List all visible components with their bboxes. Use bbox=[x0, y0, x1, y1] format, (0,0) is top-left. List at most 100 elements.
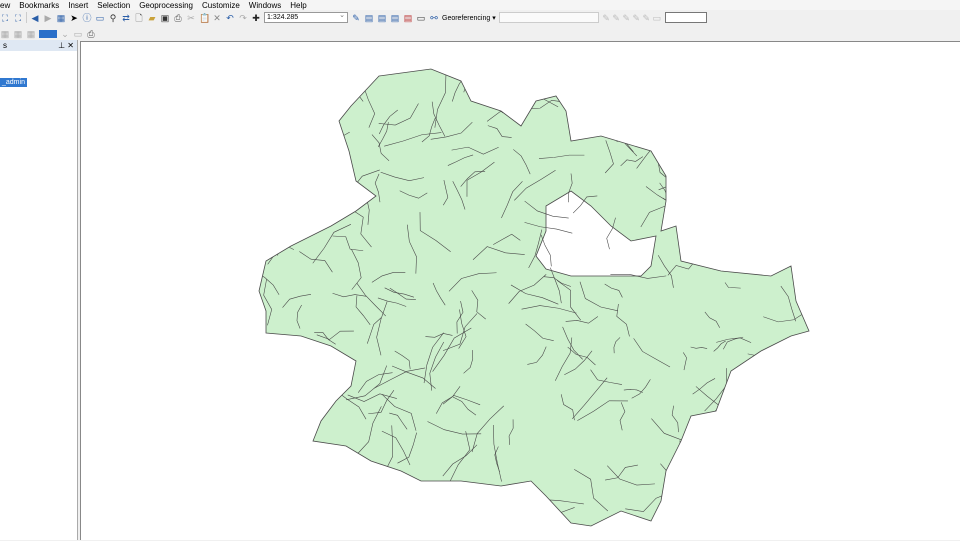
admin-boundary-line bbox=[624, 81, 631, 111]
admin-boundary-line bbox=[491, 489, 505, 518]
admin-boundary-line bbox=[304, 520, 342, 526]
admin-boundary-line bbox=[358, 463, 382, 480]
undo-icon[interactable]: ↶ bbox=[225, 13, 235, 23]
table-of-contents: s ⊥ ✕ _admin bbox=[0, 40, 78, 540]
admin-boundary-line bbox=[278, 493, 306, 500]
select-arrow-icon[interactable]: ➤ bbox=[69, 13, 79, 23]
admin-boundary-line bbox=[446, 69, 486, 72]
layout-icon[interactable]: ▦ bbox=[0, 29, 10, 39]
admin-boundary-line bbox=[463, 69, 495, 93]
color-swatch[interactable] bbox=[39, 29, 57, 38]
admin-boundary-line bbox=[774, 424, 809, 458]
admin-boundary-line bbox=[394, 487, 419, 503]
admin-boundary-line bbox=[259, 507, 264, 511]
print-icon[interactable]: ⎙ bbox=[173, 13, 183, 23]
admin-boundary-line bbox=[697, 198, 714, 218]
admin-boundary-line bbox=[259, 341, 268, 350]
open-icon[interactable]: ▰ bbox=[147, 13, 157, 23]
admin-boundary-line bbox=[729, 222, 786, 231]
admin-boundary-line bbox=[332, 490, 366, 517]
georeferencing-menu[interactable]: Georeferencing ▾ bbox=[442, 14, 496, 22]
layer-item[interactable]: _admin bbox=[0, 78, 27, 87]
cut-icon[interactable]: ✂ bbox=[186, 13, 196, 23]
admin-boundary-line bbox=[710, 501, 748, 526]
admin-boundary-line bbox=[297, 445, 334, 460]
admin-boundary-line bbox=[329, 346, 340, 392]
admin-boundary-line bbox=[540, 234, 552, 267]
save-icon[interactable]: ▣ bbox=[160, 13, 170, 23]
admin-boundary-line bbox=[756, 69, 784, 91]
admin-boundary-line bbox=[260, 149, 275, 209]
admin-boundary-line bbox=[758, 72, 805, 103]
back-arrow-icon[interactable]: ◀ bbox=[30, 13, 40, 23]
admin-boundary-line bbox=[558, 69, 572, 74]
measure-icon[interactable]: ⇄ bbox=[121, 13, 131, 23]
admin-boundary-line bbox=[276, 87, 317, 98]
menu-view[interactable]: ew bbox=[0, 1, 10, 10]
dropdown-icon[interactable]: ⌄ bbox=[60, 29, 70, 39]
georef-rotate-input[interactable] bbox=[664, 12, 707, 23]
admin-boundary-line bbox=[273, 458, 326, 466]
python-icon[interactable]: ▭ bbox=[416, 13, 426, 23]
admin-boundary-line bbox=[308, 453, 347, 490]
menu-geoprocessing[interactable]: Geoprocessing bbox=[139, 1, 193, 10]
add-data-icon[interactable]: ✚ bbox=[251, 13, 261, 23]
admin-boundary-line bbox=[685, 488, 729, 520]
print-preview-icon[interactable]: ⎙ bbox=[86, 29, 96, 39]
table-icon[interactable]: ▤ bbox=[364, 13, 374, 23]
admin-boundary-line bbox=[233, 140, 252, 160]
admin-boundary-line bbox=[295, 492, 305, 526]
map-canvas[interactable] bbox=[81, 42, 960, 541]
full-extent-icon[interactable]: ⛶ bbox=[0, 13, 10, 23]
search-window-icon[interactable]: ▤ bbox=[390, 13, 400, 23]
admin-boundary-line bbox=[293, 373, 329, 377]
find-icon[interactable]: ⚲ bbox=[108, 13, 118, 23]
layout-icon-3[interactable]: ▦ bbox=[26, 29, 36, 39]
menu-windows[interactable]: Windows bbox=[249, 1, 281, 10]
admin-boundary-line bbox=[663, 515, 688, 526]
map-view[interactable] bbox=[80, 41, 960, 540]
zoom-extent-icon[interactable]: ⛶ bbox=[13, 13, 23, 23]
model-builder-icon[interactable]: ⚯ bbox=[429, 13, 439, 23]
admin-boundary-line bbox=[662, 197, 689, 225]
paste-icon[interactable]: 📋 bbox=[199, 13, 210, 23]
delete-icon[interactable]: ✕ bbox=[212, 13, 222, 23]
menu-customize[interactable]: Customize bbox=[202, 1, 240, 10]
menu-bookmarks[interactable]: Bookmarks bbox=[19, 1, 59, 10]
layout-icon-2[interactable]: ▦ bbox=[13, 29, 23, 39]
admin-boundary-line bbox=[444, 489, 491, 507]
admin-boundary-line bbox=[760, 69, 793, 101]
admin-boundary-line bbox=[259, 187, 268, 198]
menu-bar: ew Bookmarks Insert Selection Geoprocess… bbox=[0, 0, 960, 10]
admin-boundary-line bbox=[259, 215, 268, 234]
menu-selection[interactable]: Selection bbox=[97, 1, 130, 10]
georef-layer-select[interactable] bbox=[498, 12, 599, 23]
scale-input[interactable]: 1:324.285 bbox=[264, 11, 348, 23]
admin-boundary-line bbox=[293, 116, 308, 137]
admin-boundary-line bbox=[404, 501, 412, 526]
admin-boundary-line bbox=[328, 147, 335, 183]
redo-icon[interactable]: ↷ bbox=[238, 13, 248, 23]
catalog-icon[interactable]: ▤ bbox=[377, 13, 387, 23]
admin-boundary-line bbox=[278, 384, 286, 430]
new-doc-icon[interactable]: 🗋 bbox=[134, 13, 144, 23]
identify-icon[interactable]: ⓘ bbox=[82, 13, 92, 23]
admin-boundary-line bbox=[284, 337, 305, 373]
admin-boundary-line bbox=[728, 388, 741, 400]
editor-icon[interactable]: ✎ bbox=[351, 13, 361, 23]
admin-boundary-line bbox=[791, 420, 809, 434]
html-popup-icon[interactable]: ▭ bbox=[95, 13, 105, 23]
admin-boundary-line bbox=[710, 161, 722, 201]
menu-insert[interactable]: Insert bbox=[68, 1, 88, 10]
admin-boundaries-polygon[interactable] bbox=[258, 68, 810, 527]
layer-icon[interactable]: ▦ bbox=[56, 13, 66, 23]
admin-boundary-line bbox=[784, 150, 794, 181]
menu-help[interactable]: Help bbox=[290, 1, 306, 10]
forward-arrow-icon[interactable]: ▶ bbox=[43, 13, 53, 23]
page-icon[interactable]: ▭ bbox=[73, 29, 83, 39]
toc-close-icon[interactable]: ⊥ ✕ bbox=[58, 41, 74, 50]
admin-boundary-line bbox=[290, 167, 320, 197]
arctoolbox-icon[interactable]: ▤ bbox=[403, 13, 413, 23]
admin-boundary-line bbox=[309, 156, 330, 203]
admin-boundary-line bbox=[601, 112, 621, 138]
